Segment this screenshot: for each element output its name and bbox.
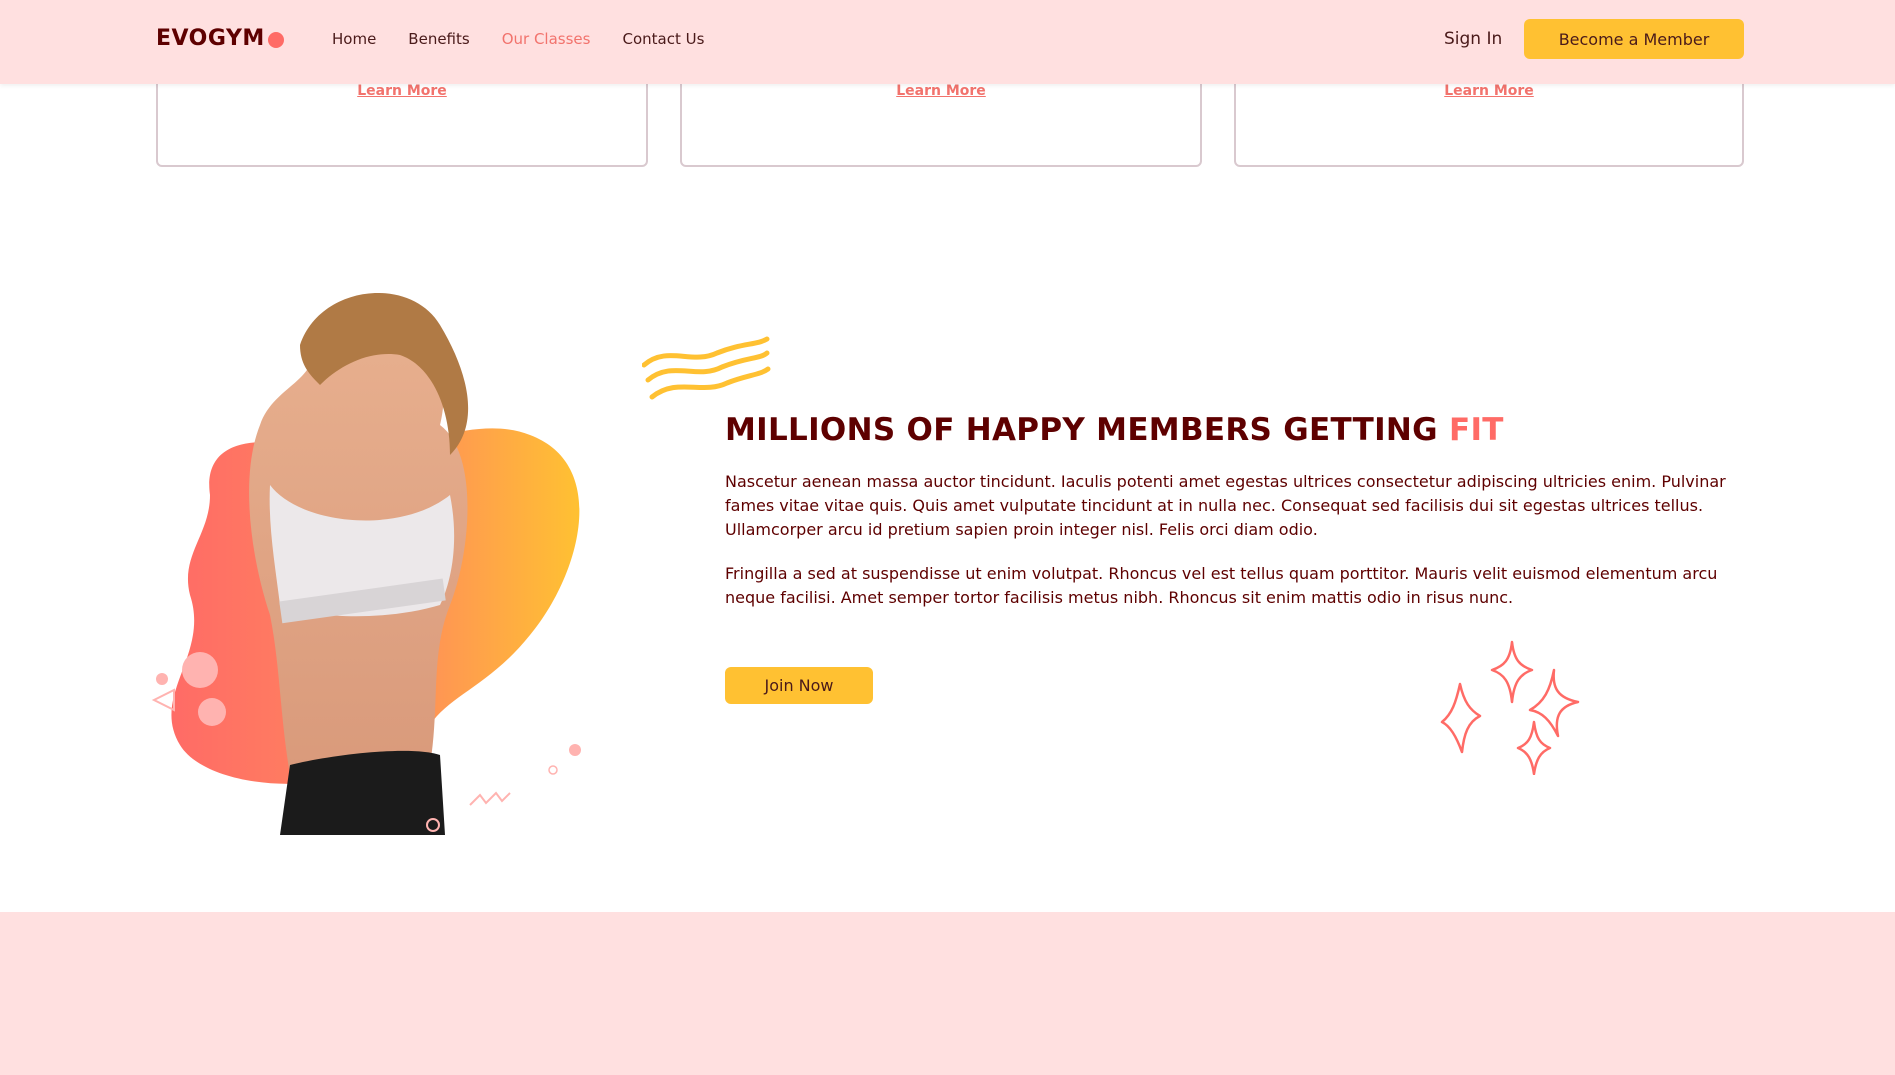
become-member-button[interactable]: Become a Member: [1524, 19, 1744, 59]
title-main: MILLIONS OF HAPPY MEMBERS GETTING: [725, 412, 1438, 448]
logo-dot-icon: [267, 31, 284, 48]
woman-fitness-graphic: [151, 292, 581, 835]
sign-in-link[interactable]: Sign In: [1444, 29, 1502, 49]
nav-link-home[interactable]: Home: [332, 30, 376, 48]
navbar: EVOGYM Home Benefits Our Classes Contact…: [0, 0, 1895, 84]
title-accent: FIT: [1449, 412, 1504, 448]
section-paragraph: Nascetur aenean massa auctor tincidunt. …: [725, 472, 1726, 539]
sparkles-icon: [1440, 640, 1580, 775]
learn-more-link[interactable]: Learn More: [1236, 83, 1742, 99]
nav-link-benefits[interactable]: Benefits: [408, 30, 469, 48]
logo-text: EVOGYM: [156, 26, 265, 51]
nav-link-our-classes[interactable]: Our Classes: [502, 30, 591, 48]
nav-link-contact-us[interactable]: Contact Us: [622, 30, 704, 48]
learn-more-link[interactable]: Learn More: [158, 83, 646, 99]
wavy-lines-icon: [642, 336, 771, 400]
learn-more-link[interactable]: Learn More: [682, 83, 1200, 99]
nav-links: Home Benefits Our Classes Contact Us: [332, 30, 704, 48]
footer-band: [0, 912, 1895, 1075]
section-paragraph: Fringilla a sed at suspendisse ut enim v…: [725, 564, 1718, 607]
logo[interactable]: EVOGYM: [156, 26, 284, 51]
page: Learn More Learn More Learn More EVOGYM …: [0, 0, 1895, 1075]
join-now-button[interactable]: Join Now: [725, 667, 873, 704]
section-title: MILLIONS OF HAPPY MEMBERS GETTING FIT: [725, 412, 1504, 448]
